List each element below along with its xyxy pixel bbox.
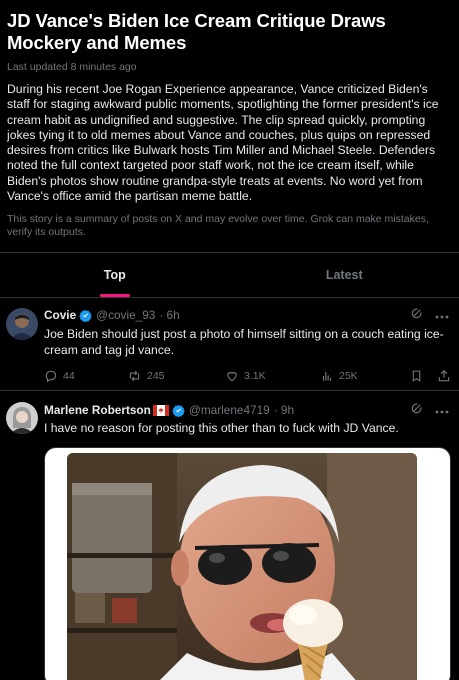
author-handle[interactable]: @covie_93	[96, 308, 155, 322]
repost-icon	[129, 370, 140, 382]
like-button[interactable]: 3.1K	[225, 369, 320, 383]
post-text: Joe Biden should just post a photo of hi…	[44, 327, 444, 357]
more-icon[interactable]	[435, 403, 449, 417]
views-icon	[322, 371, 332, 381]
media-photo	[67, 453, 417, 680]
post-time[interactable]: · 9h	[274, 403, 294, 417]
author-handle[interactable]: @marlene4719	[189, 403, 270, 417]
post-header: Marlene Robertson @marlene4719 · 9h	[44, 402, 449, 418]
story-summary: During his recent Joe Rogan Experience a…	[7, 82, 439, 204]
author-name[interactable]: Marlene Robertson	[44, 403, 151, 417]
tab-top-label: Top	[103, 268, 126, 282]
last-updated: Last updated 8 minutes ago	[7, 61, 137, 73]
views-button[interactable]: 25K	[320, 369, 410, 383]
share-icon[interactable]	[437, 369, 451, 383]
like-icon	[227, 371, 237, 382]
repost-count: 245	[147, 370, 165, 382]
post-header: Covie @covie_93 · 6h	[44, 307, 449, 323]
grok-icon[interactable]	[410, 307, 423, 323]
reply-icon	[45, 370, 57, 383]
author-name[interactable]: Covie	[44, 308, 76, 322]
repost-button[interactable]: 245	[127, 369, 225, 383]
avatar[interactable]	[6, 308, 38, 340]
avatar-covie-image	[6, 308, 38, 340]
story-header: JD Vance's Biden Ice Cream Critique Draw…	[0, 0, 459, 239]
tab-latest[interactable]: Latest	[230, 253, 459, 297]
reply-button[interactable]: 44	[44, 369, 127, 383]
story-disclaimer: This story is a summary of posts on X an…	[7, 213, 429, 239]
tab-bar: Top Latest	[0, 252, 459, 298]
avatar[interactable]	[6, 402, 38, 434]
like-count: 3.1K	[244, 370, 266, 382]
canada-flag-icon	[152, 404, 169, 416]
post-actions: 44 245 3.1K 25K	[44, 367, 451, 385]
post-text: I have no reason for posting this other …	[44, 421, 399, 435]
more-icon[interactable]	[435, 308, 449, 322]
avatar-marlene-image	[6, 402, 38, 434]
tab-top[interactable]: Top	[0, 253, 230, 297]
view-count: 25K	[339, 370, 358, 382]
photo-man-eating-ice-cream	[67, 453, 417, 680]
story-title: JD Vance's Biden Ice Cream Critique Draw…	[7, 10, 386, 53]
post-media[interactable]	[44, 447, 451, 680]
reply-count: 44	[63, 370, 75, 382]
verified-badge-icon	[79, 309, 92, 322]
verified-badge-icon	[172, 404, 185, 417]
bookmark-icon[interactable]	[410, 369, 423, 383]
post-time[interactable]: · 6h	[159, 308, 179, 322]
active-tab-indicator	[99, 294, 130, 297]
post-covie[interactable]: Covie @covie_93 · 6h Joe Biden should ju…	[0, 298, 459, 390]
grok-icon[interactable]	[410, 402, 423, 418]
tab-latest-label: Latest	[325, 268, 363, 282]
